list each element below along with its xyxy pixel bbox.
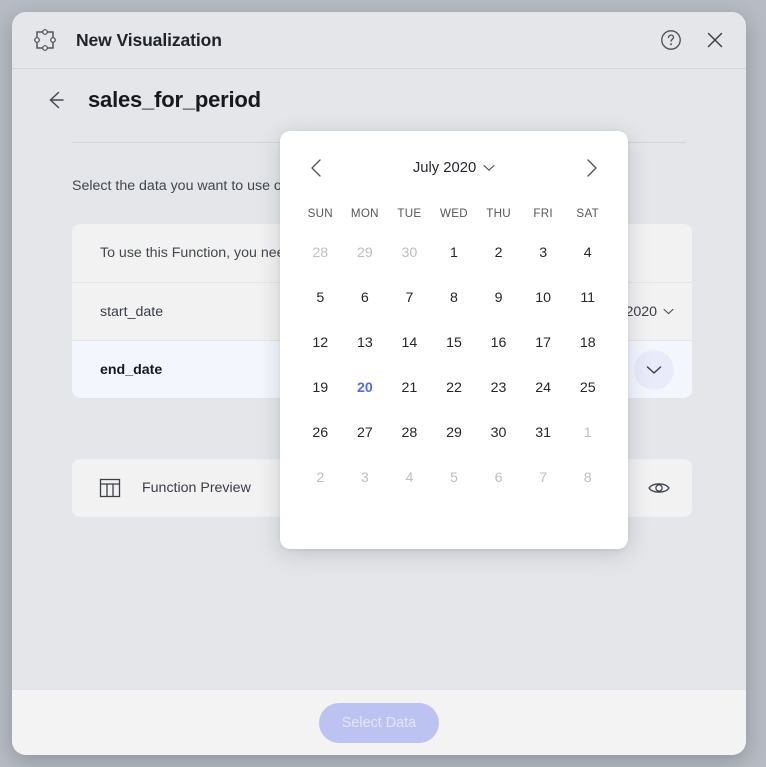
dialog-titlebar: New Visualization	[12, 12, 746, 69]
end-date-expand-button[interactable]	[634, 349, 674, 390]
calendar-day-cell[interactable]: 29	[432, 410, 477, 455]
calendar-day-cell[interactable]: 4	[387, 455, 432, 500]
calendar-day-cell[interactable]: 12	[298, 320, 343, 365]
calendar-day-cell[interactable]: 9	[476, 275, 521, 320]
calendar-day-cell[interactable]: 31	[521, 410, 566, 455]
parameter-label-start-date: start_date	[100, 303, 164, 320]
arrow-left-icon[interactable]	[42, 87, 68, 113]
calendar-day-cell[interactable]: 25	[565, 365, 610, 410]
dialog-subheader: sales_for_period	[12, 69, 746, 131]
calendar-day-cell[interactable]: 22	[432, 365, 477, 410]
calendar-day-cell[interactable]: 29	[343, 230, 388, 275]
chevron-down-icon	[663, 308, 674, 315]
calendar-day-cell[interactable]: 4	[565, 230, 610, 275]
chevron-down-icon	[646, 365, 662, 374]
table-icon	[99, 478, 121, 498]
calendar-weekday-fri: FRI	[533, 207, 553, 220]
calendar-weekday-tue: TUE	[397, 207, 422, 220]
start-date-value-text: 2020	[625, 303, 657, 320]
dialog-footer: Select Data	[12, 689, 746, 755]
parameter-label-end-date: end_date	[100, 361, 163, 378]
calendar-day-cell[interactable]: 30	[387, 230, 432, 275]
calendar-day-cell[interactable]: 1	[565, 410, 610, 455]
calendar-day-cell[interactable]: 5	[432, 455, 477, 500]
calendar-day-cell[interactable]: 20	[343, 365, 388, 410]
calendar-day-cell[interactable]: 10	[521, 275, 566, 320]
calendar-day-cell[interactable]: 7	[521, 455, 566, 500]
chevron-right-icon[interactable]	[578, 155, 604, 181]
select-data-button[interactable]: Select Data	[319, 702, 439, 743]
calendar-day-cell[interactable]: 14	[387, 320, 432, 365]
calendar-day-cell[interactable]: 21	[387, 365, 432, 410]
calendar-day-cell[interactable]: 19	[298, 365, 343, 410]
calendar-day-cell[interactable]: 28	[298, 230, 343, 275]
calendar-day-cell[interactable]: 2	[476, 230, 521, 275]
calendar-day-cell[interactable]: 30	[476, 410, 521, 455]
function-preview-label: Function Preview	[142, 480, 251, 496]
new-visualization-dialog: New Visualization sales_for_period Selec…	[12, 12, 746, 755]
calendar-day-cell[interactable]: 17	[521, 320, 566, 365]
calendar-header: July 2020	[298, 151, 610, 185]
calendar-day-cell[interactable]: 6	[476, 455, 521, 500]
dialog-body: Select the data you want to use on the F…	[12, 131, 746, 689]
page-title: sales_for_period	[88, 87, 261, 112]
calendar-day-cell[interactable]: 7	[387, 275, 432, 320]
calendar-day-cell[interactable]: 24	[521, 365, 566, 410]
calendar-day-cell[interactable]: 8	[432, 275, 477, 320]
start-date-value[interactable]: 2020	[625, 304, 674, 320]
close-icon[interactable]	[702, 27, 728, 53]
calendar-day-cell[interactable]: 15	[432, 320, 477, 365]
shape-nodes-icon	[34, 29, 56, 51]
chevron-down-icon	[483, 165, 495, 171]
calendar-day-cell[interactable]: 3	[343, 455, 388, 500]
calendar-day-grid: 28 29 30 1 2 3 4 5 6 7 8 9 10 11 12 13 14 15 16 17 18 19 20 21 2…	[298, 230, 610, 500]
date-picker-popover: July 2020 SUN MON TUE WED THU FRI SAT 28 29 30 1 2…	[280, 131, 628, 549]
calendar-day-cell[interactable]: 2	[298, 455, 343, 500]
dialog-title: New Visualization	[76, 29, 222, 50]
calendar-month-label: July 2020	[412, 160, 477, 176]
calendar-day-cell[interactable]: 23	[476, 365, 521, 410]
calendar-day-cell[interactable]: 8	[565, 455, 610, 500]
calendar-weekday-sat: SAT	[576, 207, 599, 220]
help-circle-icon[interactable]	[658, 27, 684, 53]
calendar-day-cell[interactable]: 26	[298, 410, 343, 455]
calendar-day-cell[interactable]: 11	[565, 275, 610, 320]
calendar-weekday-sun: SUN	[307, 207, 333, 220]
calendar-weekday-header: SUN MON TUE WED THU FRI SAT	[298, 207, 610, 220]
calendar-day-cell[interactable]: 27	[343, 410, 388, 455]
eye-icon[interactable]	[646, 475, 672, 501]
calendar-day-cell[interactable]: 13	[343, 320, 388, 365]
calendar-day-cell[interactable]: 6	[343, 275, 388, 320]
calendar-day-cell[interactable]: 28	[387, 410, 432, 455]
calendar-day-cell[interactable]: 18	[565, 320, 610, 365]
calendar-month-selector[interactable]: July 2020	[330, 160, 578, 176]
calendar-weekday-wed: WED	[440, 207, 468, 220]
calendar-day-cell[interactable]: 1	[432, 230, 477, 275]
calendar-weekday-mon: MON	[350, 207, 379, 220]
calendar-day-cell[interactable]: 16	[476, 320, 521, 365]
chevron-left-icon[interactable]	[304, 155, 330, 181]
calendar-day-cell[interactable]: 3	[521, 230, 566, 275]
calendar-weekday-thu: THU	[486, 207, 511, 220]
calendar-day-cell[interactable]: 5	[298, 275, 343, 320]
